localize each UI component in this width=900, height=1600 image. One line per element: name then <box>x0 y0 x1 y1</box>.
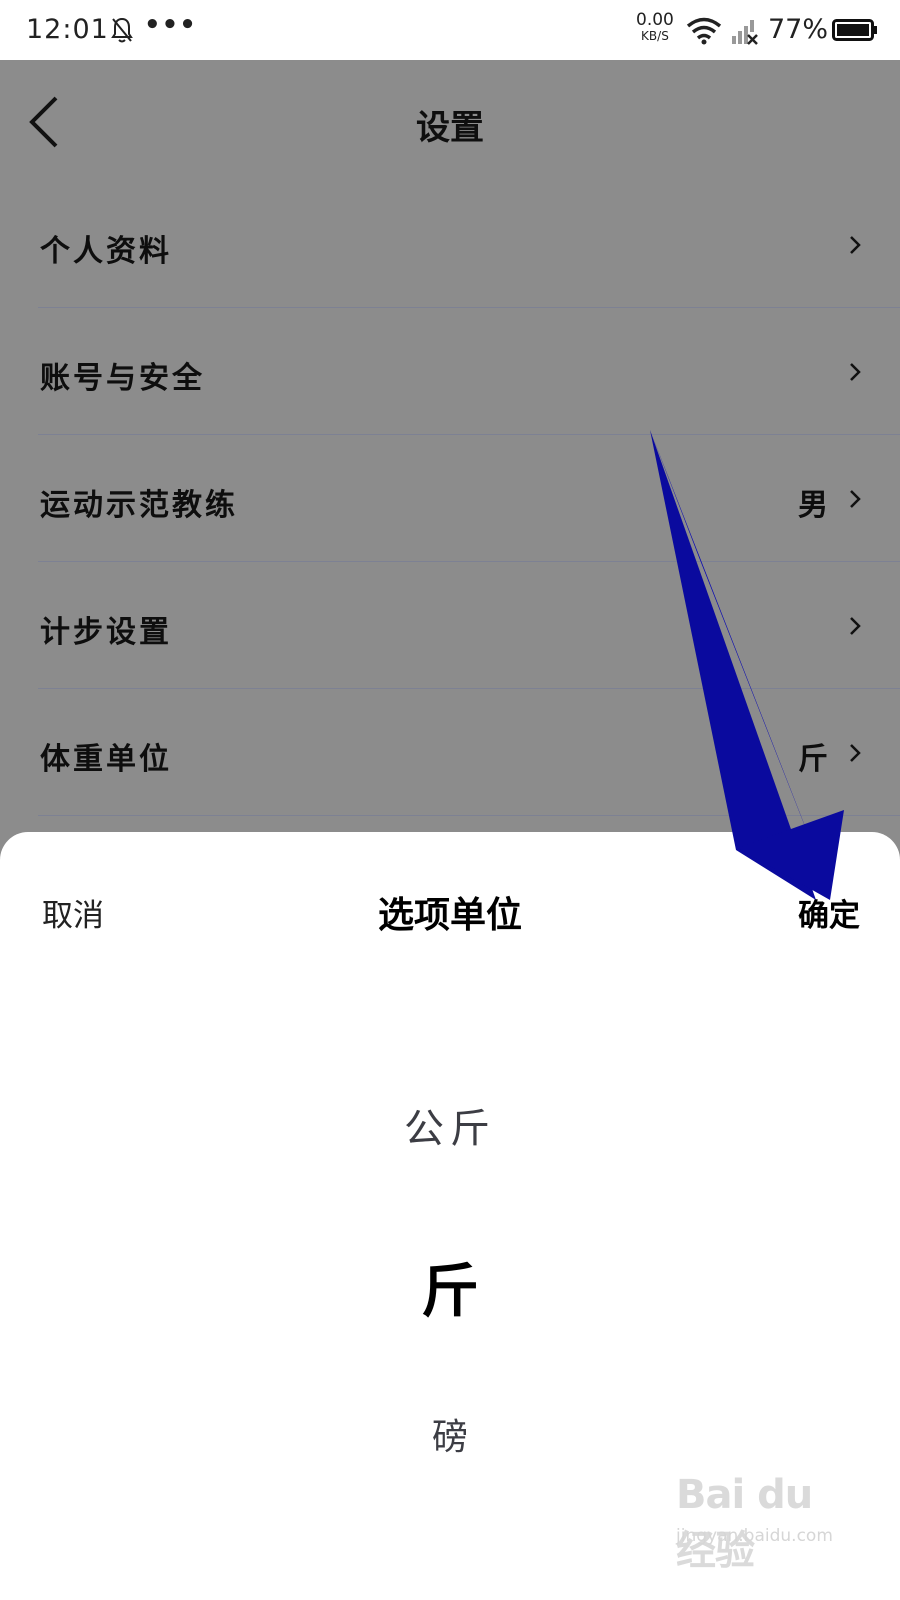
settings-item-step-settings[interactable]: 计步设置 <box>38 561 900 689</box>
chevron-right-icon <box>850 744 861 762</box>
chevron-right-icon <box>850 617 861 635</box>
settings-item-value: 男 <box>798 488 828 523</box>
signal-icon <box>732 20 758 45</box>
status-bar: 12:01 ••• 0.00 KB/S 77% <box>0 0 900 60</box>
watermark-logo: Bai du 经验 <box>676 1472 813 1574</box>
settings-item-profile[interactable]: 个人资料 <box>38 180 900 308</box>
chevron-right-icon <box>850 236 861 254</box>
baidu-watermark: Bai du 经验 jingyan.baidu.com <box>676 1466 856 1574</box>
battery-icon <box>832 19 877 41</box>
settings-item-label: 账号与安全 <box>40 361 205 396</box>
settings-item-account-security[interactable]: 账号与安全 <box>38 307 900 435</box>
picker-option[interactable]: 磅 <box>0 1408 900 1460</box>
wifi-icon <box>686 17 722 45</box>
page-title: 设置 <box>416 108 484 148</box>
settings-item-label: 运动示范教练 <box>40 488 238 523</box>
confirm-button[interactable]: 确定 <box>798 890 860 935</box>
picker-option-selected[interactable]: 斤 <box>0 1244 900 1328</box>
settings-item-label: 个人资料 <box>40 234 172 269</box>
settings-item-label: 计步设置 <box>40 615 172 650</box>
settings-item-label: 体重单位 <box>40 742 172 777</box>
watermark-url: jingyan.baidu.com <box>676 1526 833 1546</box>
bell-off-icon <box>111 17 133 43</box>
battery-percent: 77% <box>768 14 829 45</box>
settings-item-coach[interactable]: 运动示范教练 男 <box>38 434 900 562</box>
picker-option[interactable]: 公斤 <box>0 1096 900 1154</box>
settings-item-weight-unit[interactable]: 体重单位 斤 <box>38 688 900 816</box>
settings-item-value: 斤 <box>798 742 828 777</box>
status-time: 12:01 <box>26 14 109 45</box>
network-speed-unit: KB/S <box>641 29 669 43</box>
chevron-right-icon <box>850 363 861 381</box>
sheet-title: 选项单位 <box>377 894 522 936</box>
more-icon: ••• <box>144 10 197 40</box>
network-speed-value: 0.00 <box>636 10 674 30</box>
chevron-right-icon <box>850 490 861 508</box>
network-speed: 0.00 KB/S <box>636 12 674 44</box>
